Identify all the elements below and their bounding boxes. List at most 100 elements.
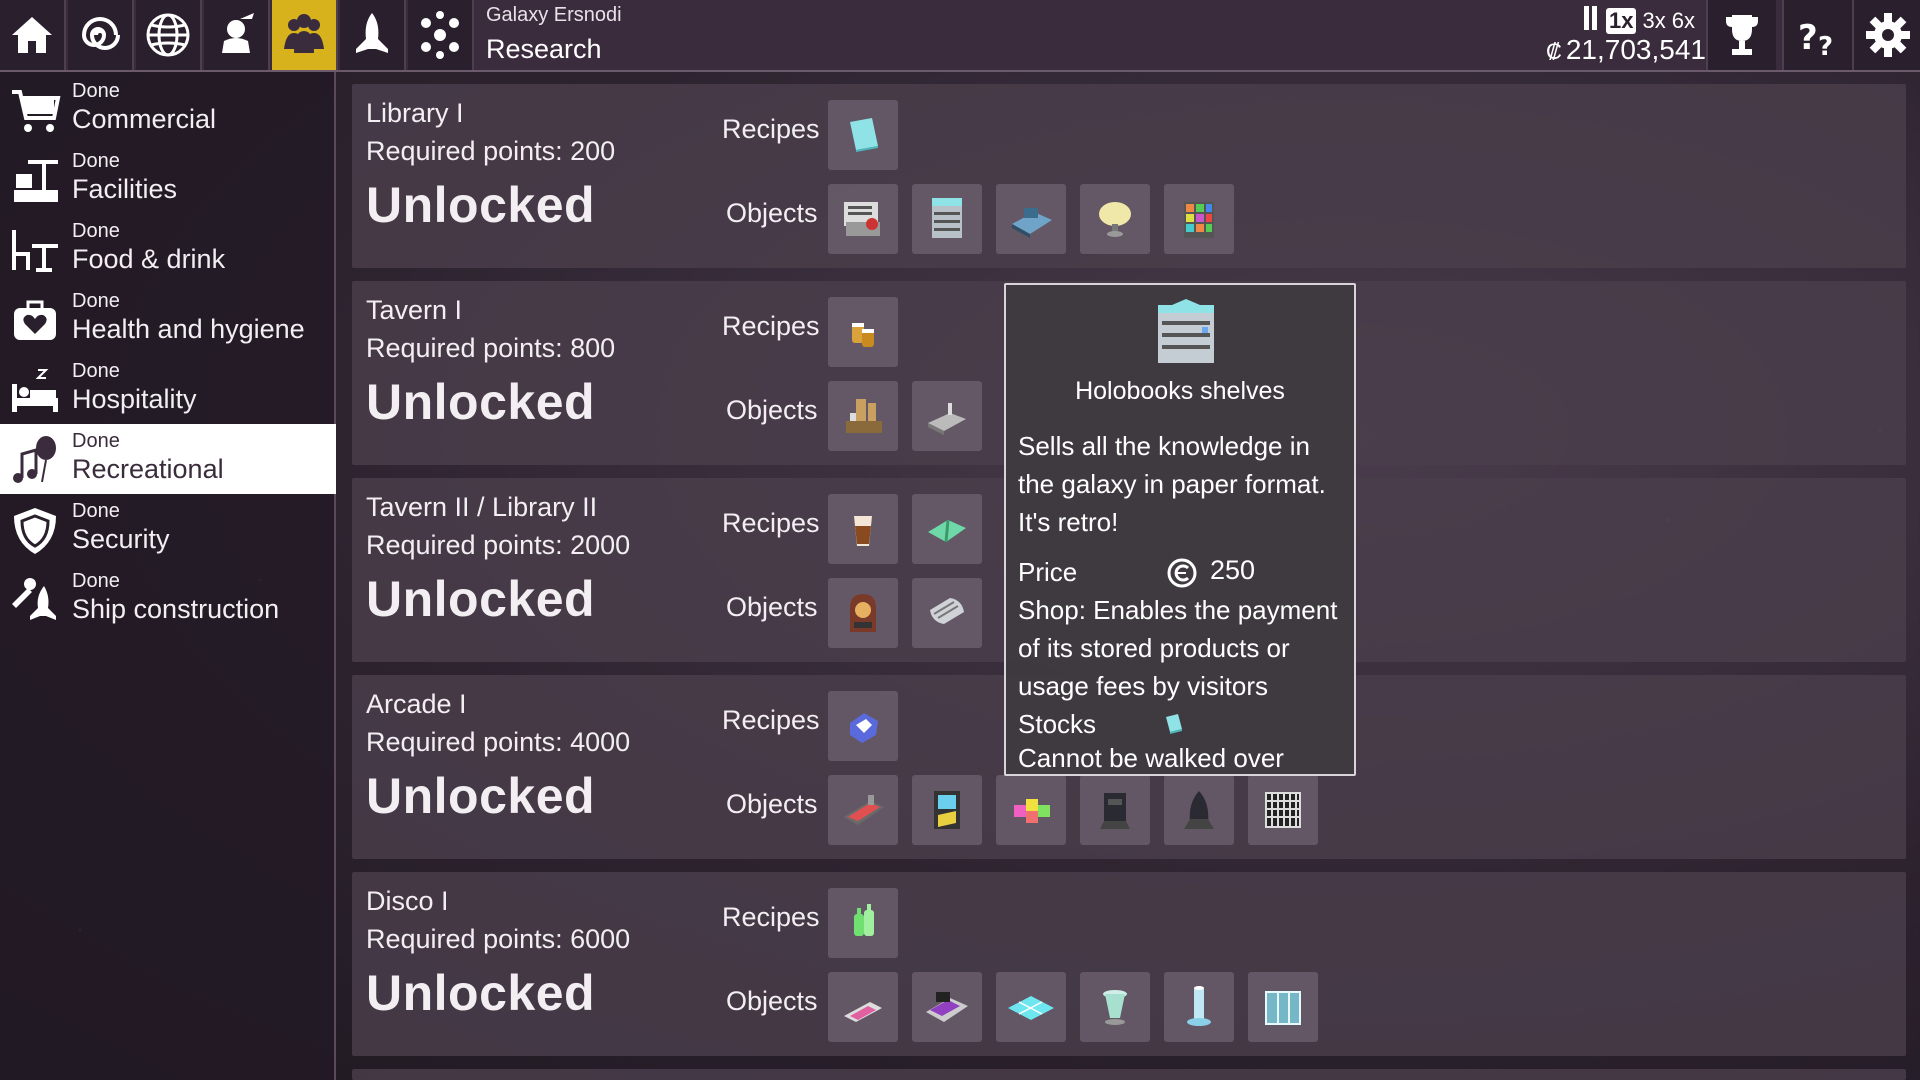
bed-icon [12, 369, 58, 412]
dj-deck-icon[interactable] [912, 972, 982, 1042]
robot-stand-icon[interactable] [1080, 775, 1150, 845]
pinball-icon[interactable] [828, 775, 898, 845]
network-icon[interactable] [408, 0, 474, 70]
ship-icon[interactable] [340, 0, 406, 70]
cocktail-icon[interactable] [828, 494, 898, 564]
sidebar-item-label: Recreational [72, 454, 224, 484]
objects-label: Objects [726, 395, 818, 425]
sidebar-item-status: Done [72, 430, 120, 452]
pipe-barrel-icon[interactable] [912, 578, 982, 648]
lamp-icon[interactable] [1080, 184, 1150, 254]
help-icon[interactable]: ?? [1782, 0, 1852, 70]
objects-label: Objects [726, 592, 818, 622]
pause-button[interactable] [1584, 6, 1600, 36]
galaxy-spiral-icon[interactable] [68, 0, 134, 70]
sidebar-item-label: Health and hygiene [72, 314, 305, 344]
light-pillar-icon[interactable] [1164, 972, 1234, 1042]
gear-icon[interactable] [1852, 0, 1920, 70]
stocks-label: Stocks [1018, 709, 1097, 739]
cube-toy-icon[interactable] [996, 775, 1066, 845]
cage-icon[interactable] [1248, 775, 1318, 845]
research-points: Required points: 2000 [366, 530, 631, 560]
book-recipe-icon[interactable] [828, 100, 898, 170]
sidebar-item-label: Security [72, 524, 170, 554]
page-title: Research [486, 34, 602, 64]
research-row-next [352, 1069, 1906, 1080]
sidebar-item-label: Ship construction [72, 594, 280, 624]
jukebox-icon[interactable] [828, 578, 898, 648]
holobooks-shelves-icon[interactable] [912, 184, 982, 254]
reading-desk-icon[interactable] [996, 184, 1066, 254]
object-tooltip: Holobooks shelves Sells all the knowledg… [1004, 283, 1356, 776]
research-status: Unlocked [366, 374, 596, 430]
dance-floor-icon[interactable] [996, 972, 1066, 1042]
cube-shelf-icon[interactable] [1164, 184, 1234, 254]
sidebar-item-food-drink[interactable]: Done Food & drink [0, 214, 336, 284]
rocket-stand-icon[interactable] [1164, 775, 1234, 845]
medkit-icon [14, 300, 56, 340]
research-row-library-1: Library I Required points: 200 Unlocked … [352, 84, 1906, 268]
glass-booth-icon[interactable] [1248, 972, 1318, 1042]
sidebar-item-health-hygiene[interactable]: Done Health and hygiene [0, 284, 336, 354]
sidebar-item-hospitality[interactable]: Done Hospitality [0, 354, 336, 424]
svg-text:?: ? [1798, 18, 1818, 58]
research-row-disco-1: Disco I Required points: 6000 Unlocked R… [352, 872, 1906, 1056]
research-name: Tavern II / Library II [366, 492, 598, 522]
drink-bottles-icon[interactable] [828, 888, 898, 958]
beer-mugs-icon[interactable] [828, 297, 898, 367]
objects-label: Objects [726, 986, 818, 1016]
speed-6x-button[interactable]: 6x [1672, 8, 1695, 34]
recipes-label: Recipes [722, 311, 820, 341]
category-sidebar: Done Commercial Done Facilities Done Foo… [0, 72, 336, 1080]
arcade-cabinet-icon[interactable] [912, 775, 982, 845]
bar-counter-icon[interactable] [912, 381, 982, 451]
recipes-label: Recipes [722, 508, 820, 538]
sidebar-item-status: Done [72, 570, 120, 592]
sidebar-item-ship-construction[interactable]: Done Ship construction [0, 564, 336, 634]
credits-icon: ₡ [1545, 39, 1562, 64]
astronaut-icon[interactable] [204, 0, 270, 70]
dj-pad-icon[interactable] [828, 972, 898, 1042]
shop-description: Shop: Enables the payment of its stored … [1018, 595, 1338, 701]
sidebar-item-status: Done [72, 220, 120, 242]
top-bar: Galaxy Ersnodi Research 1x 3x 6x ₡ 21,703… [0, 0, 1920, 72]
research-name: Library I [366, 98, 464, 128]
sidebar-item-facilities[interactable]: Done Facilities [0, 144, 336, 214]
recipes-label: Recipes [722, 114, 820, 144]
table-chair-icon [12, 230, 58, 272]
research-status: Unlocked [366, 177, 596, 233]
sidebar-item-status: Done [72, 500, 120, 522]
sidebar-item-label: Facilities [72, 174, 178, 204]
facilities-icon [14, 160, 58, 202]
sidebar-item-status: Done [72, 360, 120, 382]
svg-text:?: ? [1818, 32, 1833, 61]
sidebar-item-status: Done [72, 290, 120, 312]
tooltip-description: Sells all the knowledge in the galaxy in… [1018, 431, 1326, 537]
research-status: Unlocked [366, 768, 596, 824]
tooltip-title: Holobooks shelves [1075, 377, 1285, 405]
token-icon[interactable] [828, 691, 898, 761]
research-points: Required points: 200 [366, 136, 616, 166]
sidebar-item-status: Done [72, 150, 120, 172]
trophy-icon[interactable] [1706, 0, 1776, 70]
speed-1x-button[interactable]: 1x [1606, 8, 1637, 34]
green-book-icon[interactable] [912, 494, 982, 564]
bookstore-counter-icon[interactable] [828, 184, 898, 254]
music-balloon-icon [13, 436, 56, 483]
beer-tap-icon[interactable] [828, 381, 898, 451]
credits-icon [1167, 558, 1197, 588]
crew-icon[interactable] [272, 0, 338, 70]
glass-table-icon[interactable] [1080, 972, 1150, 1042]
shield-icon [14, 508, 56, 554]
speed-3x-button[interactable]: 3x [1642, 8, 1665, 34]
research-name: Disco I [366, 886, 449, 916]
objects-label: Objects [726, 198, 818, 228]
money-value: 21,703,541 [1565, 34, 1706, 65]
sidebar-item-security[interactable]: Done Security [0, 494, 336, 564]
price-value: 250 [1210, 555, 1256, 585]
sidebar-item-commercial[interactable]: Done Commercial [0, 74, 336, 144]
galaxy-name: Galaxy Ersnodi [486, 4, 622, 26]
sidebar-item-recreational[interactable]: Done Recreational [0, 424, 336, 494]
home-icon[interactable] [0, 0, 66, 70]
globe-icon[interactable] [136, 0, 202, 70]
